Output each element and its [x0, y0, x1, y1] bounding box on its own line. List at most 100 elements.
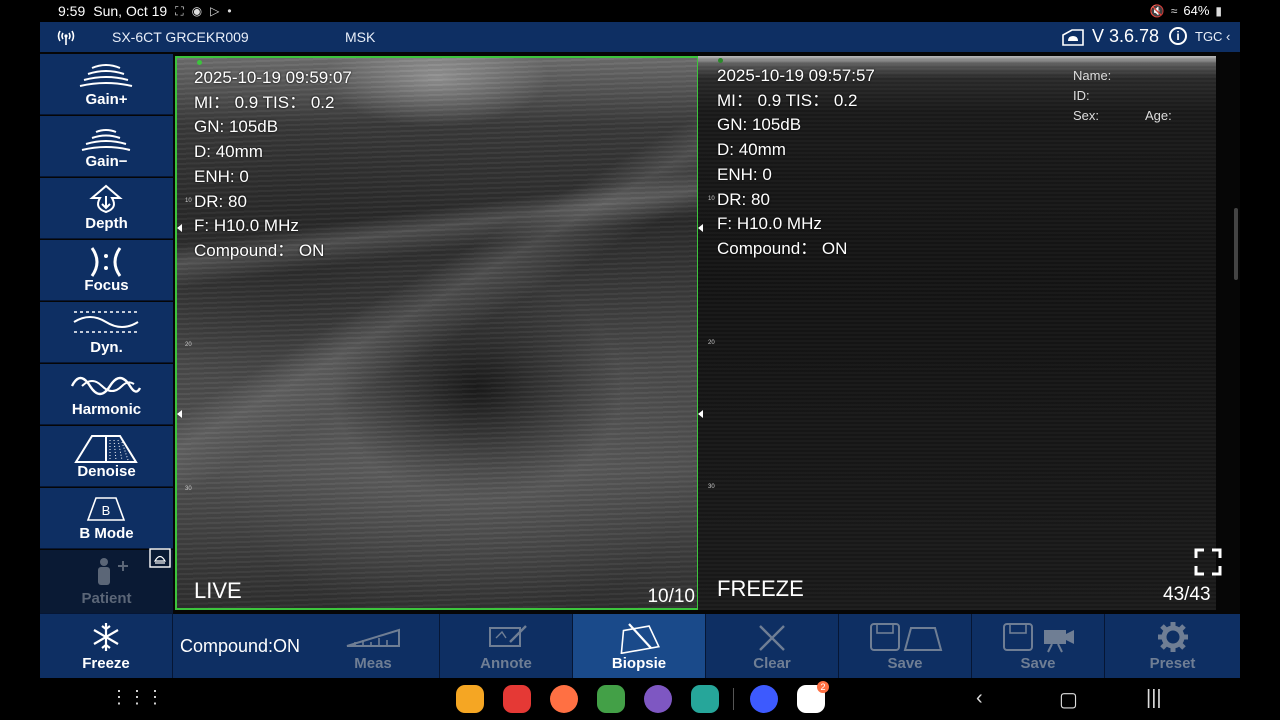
depth-tick: 10: [708, 196, 715, 202]
calculator-app-icon[interactable]: [597, 685, 625, 713]
version-label: V 3.6.78: [1092, 26, 1160, 46]
screenshot-icon: ⛶: [175, 3, 184, 18]
measure-button[interactable]: Meas: [307, 614, 440, 678]
denoise-button[interactable]: Denoise: [40, 426, 173, 487]
patient-name-label: Name:: [1073, 68, 1112, 83]
freeze-button[interactable]: Freeze: [40, 614, 173, 678]
calendar-app-icon[interactable]: [691, 685, 719, 713]
dock-divider: [733, 688, 734, 710]
patient-sex-label: Sex:: [1073, 108, 1100, 123]
contacts-app-icon[interactable]: [550, 685, 578, 713]
save-image-label: Save: [887, 655, 923, 672]
clear-icon: [759, 625, 785, 651]
probe-toggle-icon[interactable]: [149, 548, 171, 568]
save-video-label: Save: [1020, 655, 1056, 672]
info-icon[interactable]: i: [1169, 27, 1187, 45]
depth-button[interactable]: Depth: [40, 178, 173, 239]
freeze-dr: DR: 80: [717, 189, 770, 209]
freeze-image-pane[interactable]: 2025-10-19 09:57:57 MI： 0.9 TIS： 0.2 GN:…: [698, 56, 1216, 610]
patient-id-label: ID:: [1073, 88, 1090, 103]
scroll-indicator[interactable]: [1234, 208, 1238, 280]
freeze-frequency: F: H10.0 MHz: [717, 214, 822, 234]
tgc-button[interactable]: TGC ‹: [1195, 26, 1240, 48]
settings-app-icon[interactable]: [750, 685, 778, 713]
notes-app-icon[interactable]: [503, 685, 531, 713]
b-mode-button[interactable]: B B Mode: [40, 488, 173, 549]
home-icon[interactable]: ▢: [1059, 687, 1078, 712]
live-enh: ENH: 0: [194, 166, 249, 186]
wifi-icon: ≈: [1170, 3, 1178, 18]
back-icon[interactable]: ‹: [976, 687, 983, 710]
focus-marker: [698, 410, 703, 418]
freeze-enh: ENH: 0: [717, 164, 772, 184]
depth-tick: 20: [708, 340, 715, 346]
internet-app-icon[interactable]: [644, 685, 672, 713]
live-compound: Compound： ON: [194, 240, 325, 260]
top-bar: SX-6CT GRCEKR009 MSK V 3.6.78 i TGC ‹: [40, 22, 1240, 52]
orientation-marker: [718, 58, 723, 63]
biopsy-label: Biopsie: [611, 655, 667, 672]
status-date: Sun, Oct 19: [93, 3, 168, 19]
live-gain: GN: 105dB: [194, 117, 279, 137]
snowflake-icon: [93, 623, 119, 651]
gain-minus-button[interactable]: Gain−: [40, 116, 173, 177]
freeze-depth: D: 40mm: [717, 140, 786, 160]
freeze-mode-label: FREEZE: [717, 576, 804, 601]
b-mode-icon: B: [86, 497, 126, 521]
cloud-icon[interactable]: [1060, 27, 1086, 47]
status-bar: 9:59 Sun, Oct 19 ⛶ ◉ ▷ • 🔇 ≈ 64% ▮: [0, 0, 1280, 22]
save-video-button[interactable]: Save: [972, 614, 1105, 678]
gain-plus-button[interactable]: Gain+: [40, 54, 173, 115]
compound-button[interactable]: Compound:ON: [173, 614, 307, 678]
device-name: SX-6CT GRCEKR009: [112, 29, 249, 45]
ultrasound-app: SX-6CT GRCEKR009 MSK V 3.6.78 i TGC ‹ Ga…: [40, 22, 1240, 678]
focus-marker: [698, 224, 703, 232]
clear-button[interactable]: Clear: [706, 614, 839, 678]
live-datetime: 2025-10-19 09:59:07: [194, 68, 352, 87]
harmonic-icon: [70, 376, 142, 396]
orientation-marker: [197, 60, 202, 65]
play-icon: ▷: [210, 4, 220, 18]
harmonic-button[interactable]: Harmonic: [40, 364, 173, 425]
ruler-icon: [346, 628, 400, 647]
annotate-label: Annote: [480, 655, 532, 672]
measure-label: Meas: [354, 655, 392, 672]
left-sidebar: Gain+ Gain− Depth Focus Dyn. Harmonic De…: [40, 54, 173, 614]
dynamic-range-button[interactable]: Dyn.: [40, 302, 173, 363]
status-time: 9:59: [58, 3, 86, 19]
svg-text:B: B: [102, 503, 111, 518]
focus-label: Focus: [84, 277, 129, 294]
denoise-icon: [74, 435, 138, 463]
battery-level: 64%: [1183, 3, 1210, 18]
annotate-button[interactable]: Annote: [440, 614, 573, 678]
freeze-mi-tis: MI： 0.9 TIS： 0.2: [717, 90, 858, 110]
live-mode-label: LIVE: [194, 578, 242, 603]
save-video-icon: [1003, 623, 1074, 653]
mute-icon: 🔇: [1149, 3, 1165, 18]
patient-age-label: Age:: [1145, 108, 1172, 123]
preset-button[interactable]: Preset: [1105, 614, 1240, 678]
dynamic-range-icon: [73, 311, 139, 333]
fullscreen-icon[interactable]: [1194, 548, 1222, 576]
live-params: 2025-10-19 09:59:07 MI： 0.9 TIS： 0.2 GN:…: [194, 66, 352, 264]
save-image-button[interactable]: Save: [839, 614, 972, 678]
dot-icon: •: [227, 4, 232, 18]
bottom-toolbar: Freeze Compound:ON Meas Annote Biopsie C…: [40, 614, 1240, 678]
files-app-icon[interactable]: [456, 685, 484, 713]
focus-button[interactable]: Focus: [40, 240, 173, 301]
focus-icon: [90, 247, 122, 277]
recents-icon[interactable]: |||: [1146, 687, 1162, 710]
gain-plus-icon: [79, 64, 133, 87]
gain-minus-label: Gain−: [85, 153, 128, 170]
live-dr: DR: 80: [194, 191, 247, 211]
freeze-frame-count: 43/43: [1163, 584, 1211, 605]
notification-badge: 2: [817, 681, 829, 693]
wireless-probe-icon: [57, 30, 75, 45]
depth-tick: 30: [708, 484, 715, 490]
focus-marker: [177, 410, 182, 418]
preset-label: Preset: [1149, 655, 1196, 672]
live-image-pane[interactable]: 2025-10-19 09:59:07 MI： 0.9 TIS： 0.2 GN:…: [175, 56, 699, 610]
app-drawer-icon[interactable]: ⋮⋮⋮: [110, 687, 164, 708]
biopsy-button[interactable]: Biopsie: [573, 614, 706, 678]
android-nav-bar: ⋮⋮⋮ 2 ‹ ▢ |||: [0, 678, 1280, 720]
